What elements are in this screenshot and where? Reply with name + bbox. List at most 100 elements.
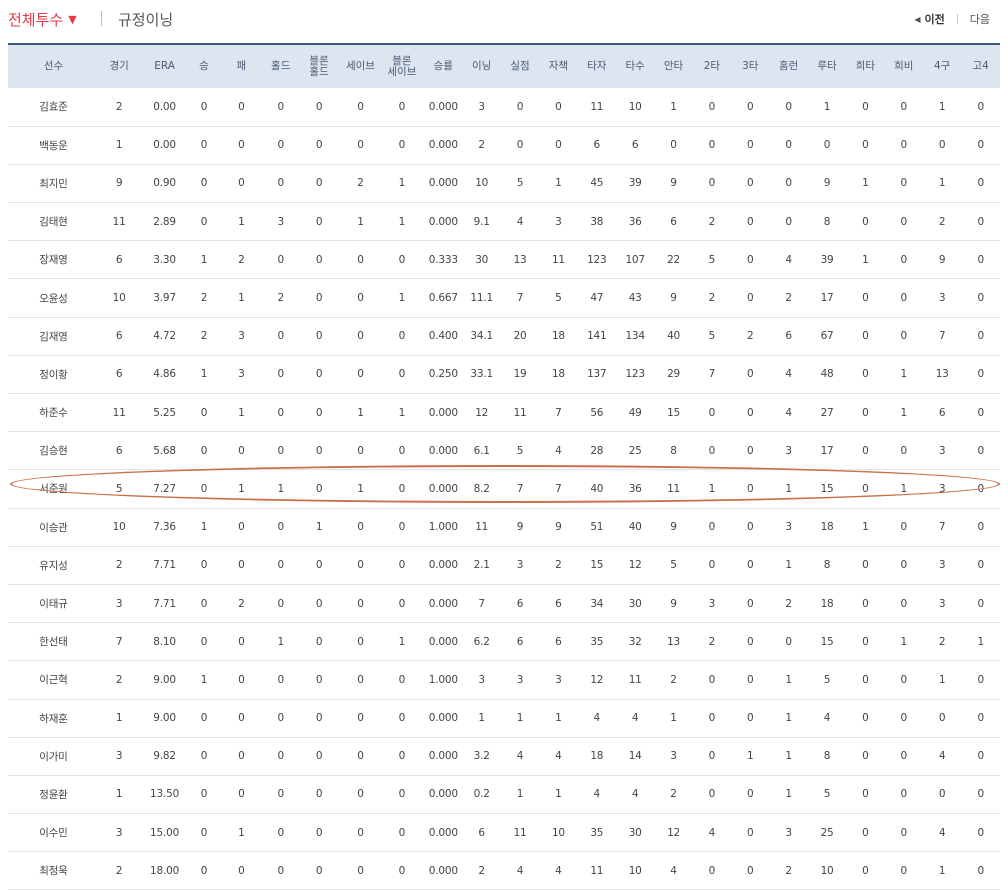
player-name[interactable]: 이근혁 (8, 660, 99, 700)
tab-divider (101, 11, 102, 26)
column-header[interactable]: 타자 (577, 43, 616, 88)
stat-cell: 0 (341, 584, 380, 624)
next-button[interactable]: 다음 (970, 11, 990, 27)
column-header[interactable]: 실점 (500, 43, 540, 88)
stat-cell: 0.000 (424, 737, 463, 776)
player-name[interactable]: 서준원 (8, 469, 99, 509)
player-name[interactable]: 하준수 (8, 393, 99, 433)
stat-cell: 0 (961, 660, 1000, 700)
column-header[interactable]: 3타 (731, 43, 770, 88)
stat-cell: 0 (692, 737, 732, 776)
column-header[interactable]: 루타 (807, 43, 847, 88)
player-name[interactable]: 하재훈 (8, 699, 99, 738)
column-header[interactable]: ERA (139, 43, 190, 88)
stat-cell: 9 (922, 240, 962, 280)
column-header[interactable]: 홈런 (769, 43, 808, 88)
stat-cell: 4 (539, 851, 578, 890)
stat-cell: 0.000 (424, 775, 463, 815)
player-name[interactable]: 유지성 (8, 546, 99, 585)
stat-cell: 0 (341, 240, 380, 280)
player-name[interactable]: 오윤성 (8, 278, 99, 318)
stat-cell: 10 (615, 88, 655, 127)
player-name[interactable]: 장재영 (8, 240, 99, 280)
stat-cell: 1 (98, 775, 140, 815)
stat-cell: 0 (264, 508, 297, 547)
player-name[interactable]: 정윤환 (8, 775, 99, 815)
column-header[interactable]: 블론 세이브 (379, 43, 425, 88)
stat-cell: 4 (654, 851, 693, 890)
column-header[interactable]: 승 (189, 43, 219, 88)
stat-cell: 32 (615, 622, 655, 662)
stat-cell: 0.000 (424, 431, 463, 471)
player-name[interactable]: 김승현 (8, 431, 99, 471)
player-name[interactable]: 최지민 (8, 164, 99, 204)
stat-cell: 0.400 (424, 317, 463, 356)
column-header-label: 패 (236, 60, 247, 72)
stat-cell: 4 (615, 699, 655, 738)
stat-cell: 15 (577, 546, 616, 585)
stat-cell: 5 (807, 775, 847, 815)
stat-cell: 0 (539, 88, 578, 127)
stat-cell: 35 (577, 622, 616, 662)
column-header[interactable]: 안타 (654, 43, 693, 88)
column-header[interactable]: 타수 (615, 43, 655, 88)
table-row: 오윤성 10 3.97 2 1 2 0 0 1 0.667 11.1 7 5 47 43 9 2 0 2 17 0 0 3 0 (8, 278, 1000, 318)
stat-cell: 1 (379, 202, 425, 242)
stat-cell: 7.71 (139, 546, 190, 585)
column-header[interactable]: 자책 (539, 43, 578, 88)
player-name[interactable]: 이태규 (8, 584, 99, 624)
column-header[interactable]: 홀드 (264, 43, 297, 88)
stat-cell: 7 (692, 355, 732, 395)
stat-cell: 0 (692, 851, 732, 890)
stat-cell: 22 (654, 240, 693, 280)
stat-cell: 1 (218, 393, 265, 433)
stat-cell: 0 (296, 660, 342, 700)
player-name[interactable]: 김효준 (8, 88, 99, 127)
column-header[interactable]: 블론 홀드 (296, 43, 342, 88)
stat-cell: 3 (692, 584, 732, 624)
player-name[interactable]: 김재영 (8, 317, 99, 356)
player-name[interactable]: 정이황 (8, 355, 99, 395)
column-header[interactable]: 고4 (961, 43, 1000, 88)
stat-cell: 0.000 (424, 813, 463, 853)
column-header[interactable]: 경기 (98, 43, 140, 88)
stat-cell: 134 (615, 317, 655, 356)
player-name[interactable]: 이수민 (8, 813, 99, 853)
column-header[interactable]: 2타 (692, 43, 732, 88)
column-header-label: 타자 (587, 60, 607, 72)
column-header[interactable]: 이닝 (462, 43, 501, 88)
stat-cell: 0 (379, 851, 425, 890)
player-name[interactable]: 이가미 (8, 737, 99, 776)
stat-cell: 0 (846, 126, 885, 165)
stat-cell: 1 (264, 622, 297, 662)
tab-qualified-innings[interactable]: 규정이닝 (118, 9, 173, 30)
stat-cell: 1 (922, 164, 962, 204)
stat-cell: 2 (462, 851, 501, 890)
stat-cell: 13 (922, 355, 962, 395)
column-header[interactable]: 승률 (424, 43, 463, 88)
player-name[interactable]: 김태현 (8, 202, 99, 242)
column-header[interactable]: 세이브 (341, 43, 380, 88)
column-header[interactable]: 패 (218, 43, 265, 88)
player-name[interactable]: 한선태 (8, 622, 99, 662)
stat-cell: 0 (846, 393, 885, 433)
player-name[interactable]: 백동운 (8, 126, 99, 165)
column-header[interactable]: 희타 (846, 43, 885, 88)
stat-cell: 2 (98, 88, 140, 127)
player-name[interactable]: 최정욱 (8, 851, 99, 890)
stat-cell: 10 (539, 813, 578, 853)
tab-all-pitchers[interactable]: 전체투수 ▼ (8, 9, 77, 30)
stat-cell: 4 (769, 240, 808, 280)
stat-cell: 9 (500, 508, 540, 547)
stat-cell: 0.667 (424, 278, 463, 318)
column-header[interactable]: 선수 (8, 43, 99, 88)
stat-cell: 0 (264, 317, 297, 356)
player-name[interactable]: 이승관 (8, 508, 99, 547)
stat-cell: 10 (615, 851, 655, 890)
stat-cell: 0.333 (424, 240, 463, 280)
stat-cell: 0 (961, 164, 1000, 204)
column-header[interactable]: 희비 (884, 43, 923, 88)
column-header[interactable]: 4구 (922, 43, 962, 88)
prev-button[interactable]: ◀ 이전 (914, 11, 944, 27)
stat-cell: 0 (296, 393, 342, 433)
